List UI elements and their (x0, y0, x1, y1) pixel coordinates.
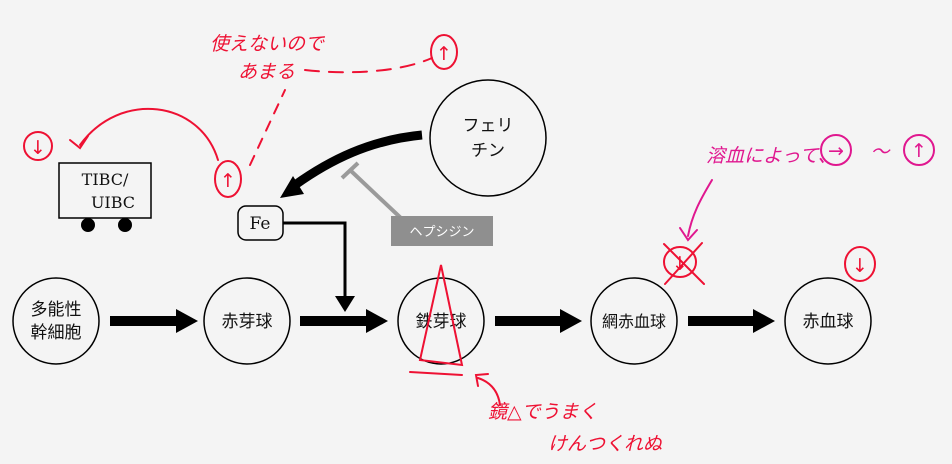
tibc-label-2: UIBC (91, 193, 135, 212)
hepcidin-label: ヘプシジン (409, 225, 474, 240)
tibc-label-1: TIBC/ (82, 170, 129, 189)
node-ferritin: フェリ チン (429, 79, 547, 197)
node-hepcidin: ヘプシジン (391, 216, 493, 246)
node-reticulocyte: 網赤血球 (590, 277, 678, 365)
cart-wheel-left (81, 218, 95, 232)
node-sideroblast: 鉄芽球 (397, 277, 485, 365)
arrow-head (335, 296, 355, 312)
node-fe: Fe (237, 205, 284, 241)
up-icon-glyph: ↑ (436, 43, 452, 65)
arrow-head (753, 309, 775, 333)
node-proerythroblast: 赤芽球 (203, 277, 291, 365)
arrow-fe-to-sideroblast (283, 221, 347, 300)
fe-label: Fe (250, 214, 271, 234)
down-icon-glyph: ↓ (30, 137, 46, 159)
curved-arrow-to-tibc (79, 107, 219, 161)
arrow-hemolysis-to-reticulocyte (687, 179, 713, 237)
note-unusable-2: あまる (238, 61, 295, 83)
ferritin-label-1: フェリ (463, 116, 514, 136)
diagram-canvas: 多能性 幹細胞 赤芽球 鉄芽球 網赤血球 赤血球 フェリ チン Fe TIBC/… (12, 33, 935, 455)
up-icon-glyph: ↑ (220, 170, 236, 192)
dashed-line-note-to-ferritin (304, 57, 433, 74)
erythrocyte-label: 赤血球 (803, 312, 854, 332)
reticulocyte-label: 網赤血球 (602, 312, 666, 331)
proerythroblast-label: 赤芽球 (222, 312, 273, 332)
note-unusable-1: 使えないので (210, 33, 326, 55)
cart-wheel-right (118, 218, 132, 232)
sideroblast-label: 鉄芽球 (416, 312, 467, 332)
node-tibc-cart: TIBC/ UIBC (58, 162, 152, 232)
arrow-head (560, 309, 582, 333)
arrow-head (366, 309, 388, 333)
hepcidin-inhibition (340, 161, 405, 222)
node-erythrocyte: 赤血球 (784, 277, 872, 365)
note-ring-1: 鏡△でうまく (488, 401, 598, 423)
down-icon-glyph: ↓ (852, 255, 868, 277)
stem-cell-label-2: 幹細胞 (31, 322, 82, 343)
note-ring-2: けんつくれぬ (548, 433, 663, 455)
ferritin-label-2: チン (471, 141, 505, 161)
ring-triangle-base (409, 371, 463, 376)
down-icon-glyph: ↓ (672, 253, 688, 275)
dashed-line-fe-to-note (249, 89, 286, 166)
right-icon-glyph: → (828, 140, 844, 162)
note-hemolysis: 溶血によって、 (706, 145, 837, 167)
note-hemolysis-tail: 〜 (870, 141, 891, 163)
arrow-head (176, 309, 198, 333)
stem-cell-label-1: 多能性 (31, 300, 82, 320)
up-icon-glyph: ↑ (911, 140, 927, 162)
node-stem-cell: 多能性 幹細胞 (12, 277, 100, 365)
